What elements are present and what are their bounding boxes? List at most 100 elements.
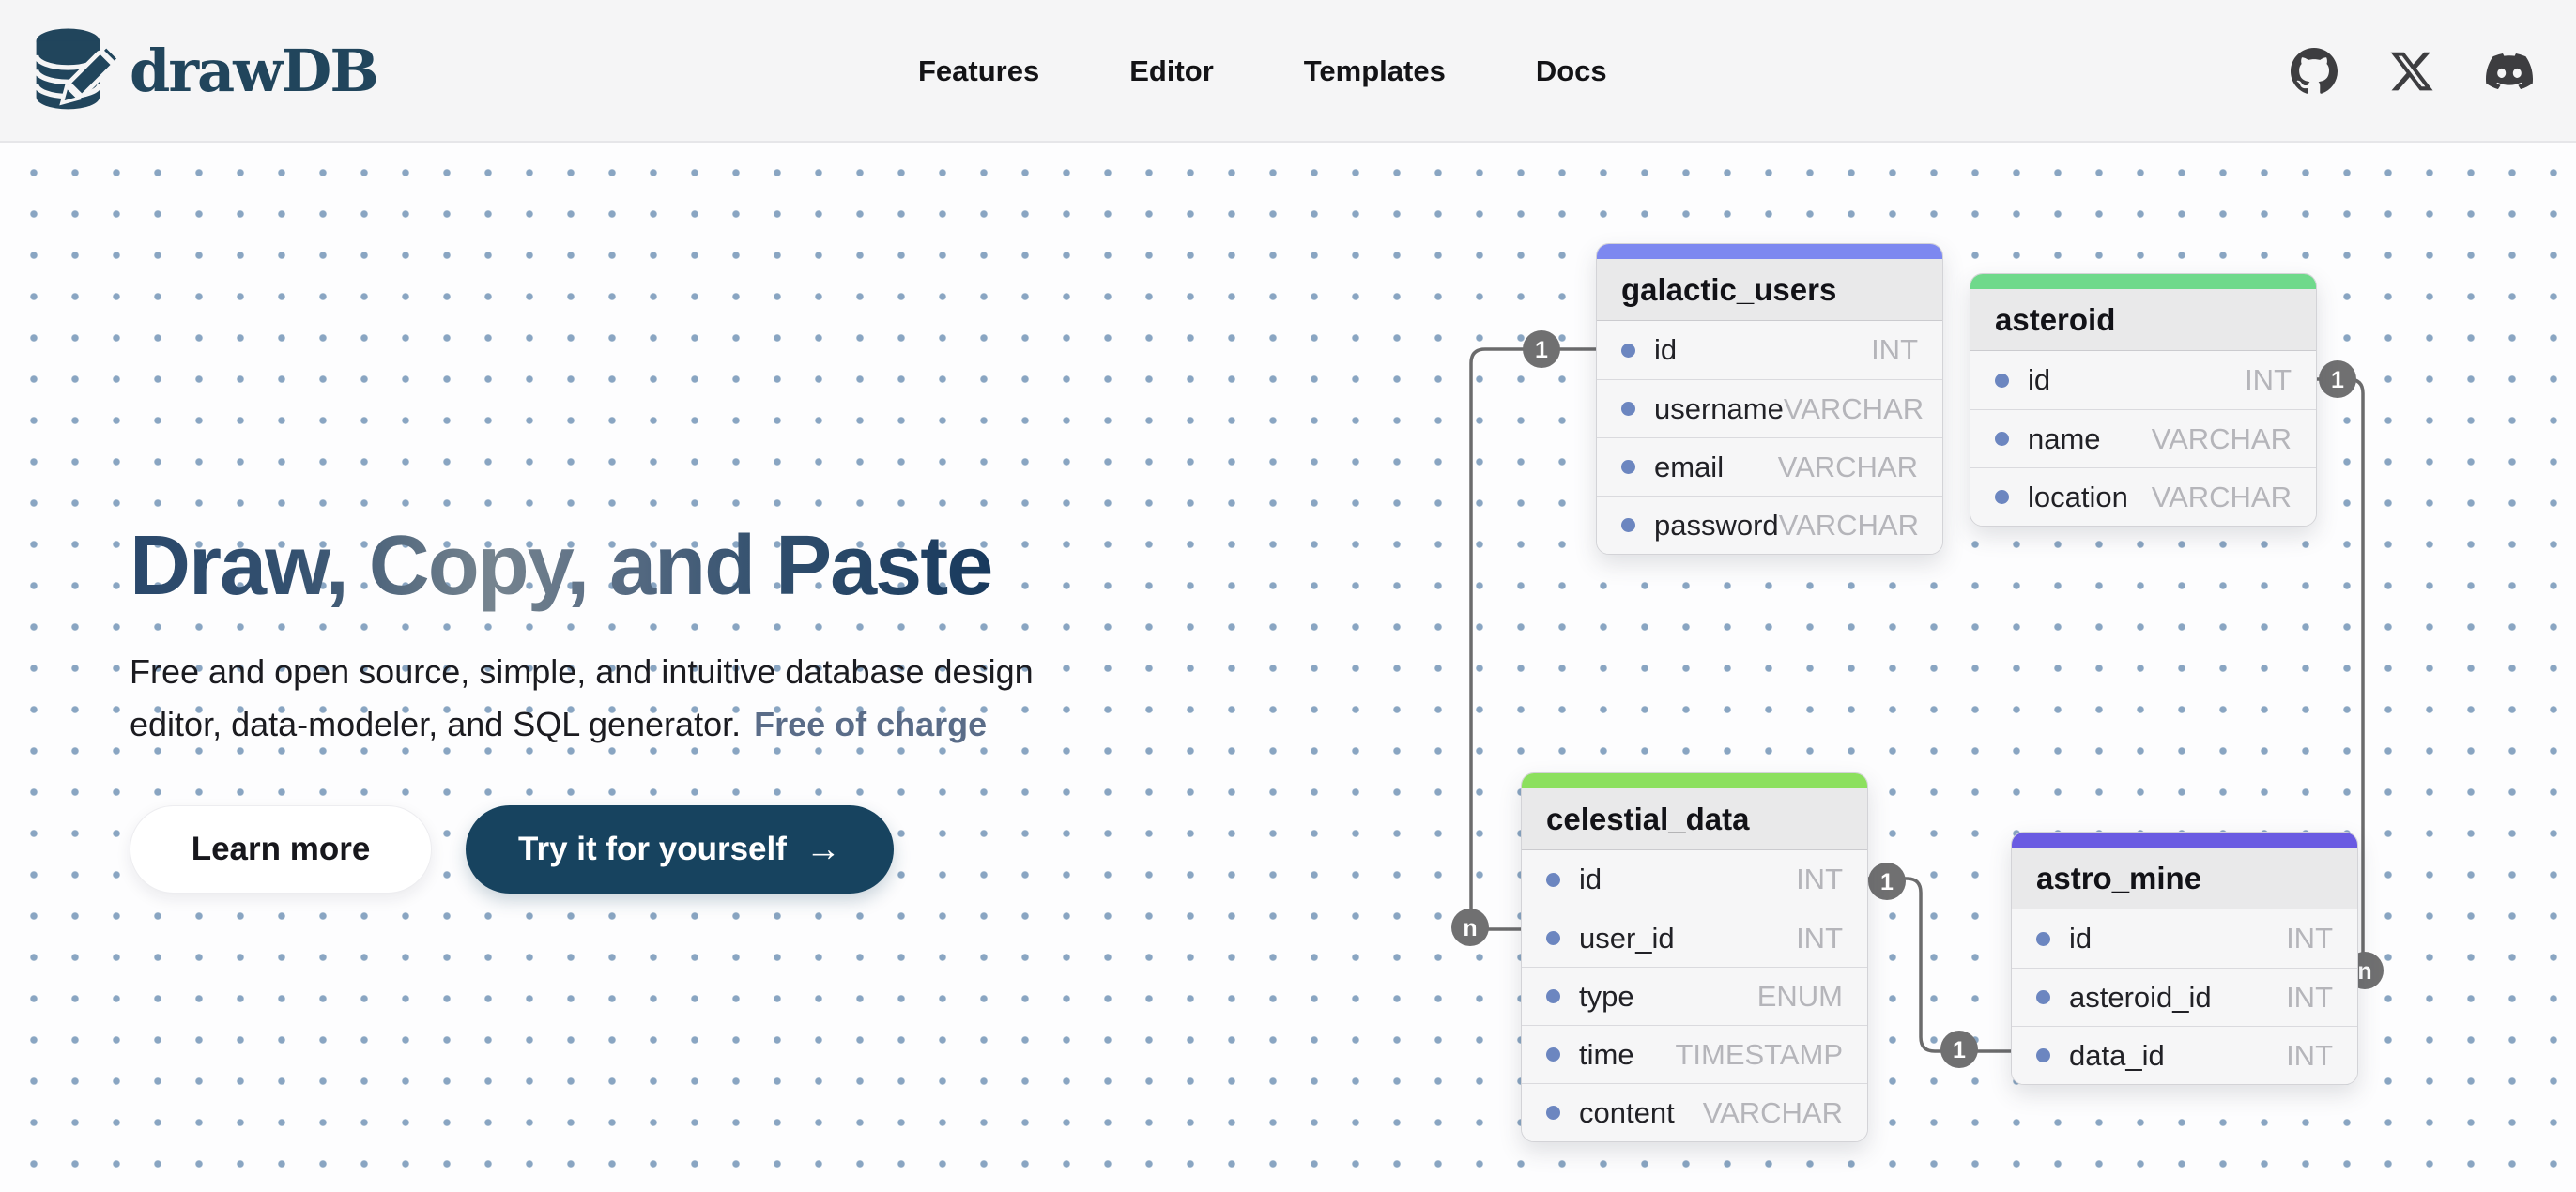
field-name: id: [2028, 363, 2245, 397]
field-name: location: [2028, 481, 2152, 514]
field-dot-icon: [1995, 432, 2009, 446]
cardinality-badge-label: 1: [1535, 337, 1548, 363]
table-title: asteroid: [1970, 289, 2316, 351]
table-field-row: usernameVARCHAR: [1597, 379, 1942, 437]
field-dot-icon: [1546, 1047, 1560, 1062]
field-name: id: [2069, 922, 2286, 955]
field-type: INT: [2286, 981, 2333, 1015]
drawdb-logo[interactable]: drawDB: [32, 22, 377, 119]
field-name: email: [1654, 451, 1778, 484]
field-type: VARCHAR: [1778, 451, 1918, 484]
field-type: ENUM: [1757, 980, 1843, 1014]
field-type: VARCHAR: [1703, 1096, 1843, 1130]
field-dot-icon: [1995, 374, 2009, 388]
field-dot-icon: [1995, 490, 2009, 504]
discord-icon[interactable]: [2486, 48, 2533, 95]
field-name: type: [1579, 980, 1757, 1014]
field-type: VARCHAR: [1779, 509, 1919, 543]
top-navbar: drawDB Features Editor Templates Docs: [0, 0, 2576, 143]
field-type: VARCHAR: [2152, 481, 2292, 514]
field-name: id: [1654, 333, 1871, 367]
table-field-row: nameVARCHAR: [1970, 409, 2316, 467]
field-type: TIMESTAMP: [1675, 1038, 1843, 1072]
field-dot-icon: [1546, 1106, 1560, 1120]
main-nav: Features Editor Templates Docs: [918, 0, 1607, 143]
hero-title: Draw, Copy, and Paste: [130, 516, 1034, 616]
hero-description: Free and open source, simple, and intuit…: [130, 646, 1034, 751]
table-title: astro_mine: [2012, 848, 2357, 909]
field-name: name: [2028, 422, 2152, 456]
table-field-row: user_idINT: [1522, 909, 1867, 967]
brand-name: drawDB: [130, 37, 377, 105]
field-dot-icon: [1621, 460, 1635, 474]
field-dot-icon: [2036, 990, 2050, 1004]
field-dot-icon: [1546, 989, 1560, 1003]
try-it-label: Try it for yourself: [518, 831, 787, 868]
github-icon[interactable]: [2291, 48, 2338, 95]
cardinality-badge-label: 1: [1880, 869, 1894, 895]
field-type: INT: [2245, 363, 2292, 397]
cardinality-badge-label: 1: [1953, 1037, 1966, 1063]
x-twitter-icon[interactable]: [2388, 48, 2435, 95]
table-accent-bar: [1970, 274, 2316, 289]
field-type: INT: [1796, 922, 1843, 955]
cardinality-badge-label: n: [2357, 958, 2371, 985]
table-accent-bar: [1597, 244, 1942, 259]
table-field-row: idINT: [2012, 909, 2357, 968]
field-type: INT: [2286, 922, 2333, 955]
nav-link-features[interactable]: Features: [918, 54, 1039, 88]
field-type: VARCHAR: [2152, 422, 2292, 456]
field-name: data_id: [2069, 1039, 2286, 1073]
diagram-canvas: 1n111n galactic_usersidINTusernameVARCHA…: [0, 143, 2576, 1192]
table-field-row: timeTIMESTAMP: [1522, 1025, 1867, 1083]
hero-description-line2: editor, data-modeler, and SQL generator.: [130, 705, 741, 743]
table-field-row: data_idINT: [2012, 1026, 2357, 1084]
nav-link-editor[interactable]: Editor: [1129, 54, 1214, 88]
learn-more-button[interactable]: Learn more: [130, 805, 432, 894]
table-field-row: idINT: [1970, 351, 2316, 409]
table-celestial_data: celestial_dataidINTuser_idINTtypeENUMtim…: [1521, 772, 1868, 1142]
field-name: password: [1654, 509, 1779, 543]
drawdb-logo-icon: [32, 22, 118, 119]
field-name: asteroid_id: [2069, 981, 2286, 1015]
field-dot-icon: [1546, 873, 1560, 887]
field-type: INT: [2286, 1039, 2333, 1073]
relationship-line-1: [1866, 879, 2013, 1051]
hero-description-line1: Free and open source, simple, and intuit…: [130, 652, 1034, 691]
table-astro_mine: astro_mineidINTasteroid_idINTdata_idINT: [2011, 832, 2358, 1085]
table-field-row: locationVARCHAR: [1970, 467, 2316, 526]
field-dot-icon: [1621, 518, 1635, 532]
table-field-row: asteroid_idINT: [2012, 968, 2357, 1026]
hero-cta-row: Learn more Try it for yourself →: [130, 805, 1034, 894]
arrow-right-icon: →: [805, 832, 841, 867]
field-dot-icon: [2036, 932, 2050, 946]
try-it-button[interactable]: Try it for yourself →: [466, 805, 894, 894]
table-field-row: emailVARCHAR: [1597, 437, 1942, 496]
table-title: celestial_data: [1522, 788, 1867, 850]
table-galactic_users: galactic_usersidINTusernameVARCHARemailV…: [1596, 243, 1943, 555]
table-asteroid: asteroididINTnameVARCHARlocationVARCHAR: [1970, 273, 2317, 527]
field-name: username: [1654, 392, 1784, 426]
free-of-charge-text: Free of charge: [754, 705, 987, 743]
social-links: [2291, 0, 2533, 143]
table-field-row: idINT: [1597, 321, 1942, 379]
table-field-row: idINT: [1522, 850, 1867, 909]
table-field-row: typeENUM: [1522, 967, 1867, 1025]
nav-link-templates[interactable]: Templates: [1304, 54, 1446, 88]
table-field-row: passwordVARCHAR: [1597, 496, 1942, 554]
field-name: user_id: [1579, 922, 1796, 955]
cardinality-badge-label: 1: [2331, 367, 2344, 393]
field-dot-icon: [1546, 931, 1560, 945]
table-field-row: contentVARCHAR: [1522, 1083, 1867, 1141]
hero-section: Draw, Copy, and Paste Free and open sour…: [130, 516, 1034, 894]
field-name: content: [1579, 1096, 1703, 1130]
field-type: INT: [1871, 333, 1918, 367]
field-dot-icon: [2036, 1048, 2050, 1062]
field-type: VARCHAR: [1784, 392, 1924, 426]
field-name: id: [1579, 863, 1796, 896]
field-name: time: [1579, 1038, 1675, 1072]
field-type: INT: [1796, 863, 1843, 896]
nav-link-docs[interactable]: Docs: [1536, 54, 1607, 88]
field-dot-icon: [1621, 402, 1635, 416]
table-accent-bar: [2012, 833, 2357, 848]
